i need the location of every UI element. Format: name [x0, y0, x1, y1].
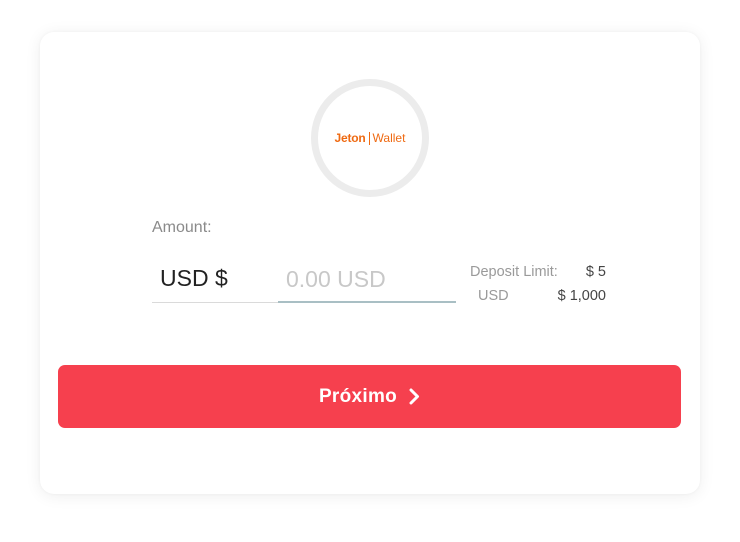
logo-sub: Wallet [372, 131, 406, 145]
logo-separator [368, 131, 370, 145]
payment-card: Jeton Wallet Amount: USD $ Deposit Limit… [40, 32, 700, 494]
deposit-limits: Deposit Limit: $ 5 USD $ 1,000 [470, 262, 606, 310]
logo-brand: Jeton [334, 131, 366, 145]
chevron-right-icon [409, 388, 420, 405]
amount-label: Amount: [152, 219, 212, 236]
next-button[interactable]: Próximo [58, 365, 681, 428]
deposit-limit-label: Deposit Limit: [470, 264, 558, 280]
limit-row-min: Deposit Limit: $ 5 [470, 262, 606, 286]
jeton-wallet-logo: Jeton Wallet [335, 131, 406, 145]
next-button-label: Próximo [318, 385, 398, 407]
limit-row-max: USD $ 1,000 [470, 286, 606, 310]
deposit-limit-min: $ 5 [585, 264, 606, 280]
limit-currency-label: USD [478, 288, 509, 304]
amount-input[interactable] [278, 257, 456, 303]
deposit-limit-max: $ 1,000 [557, 288, 606, 304]
currency-display: USD $ [152, 257, 278, 303]
provider-logo-ring: Jeton Wallet [311, 79, 429, 197]
